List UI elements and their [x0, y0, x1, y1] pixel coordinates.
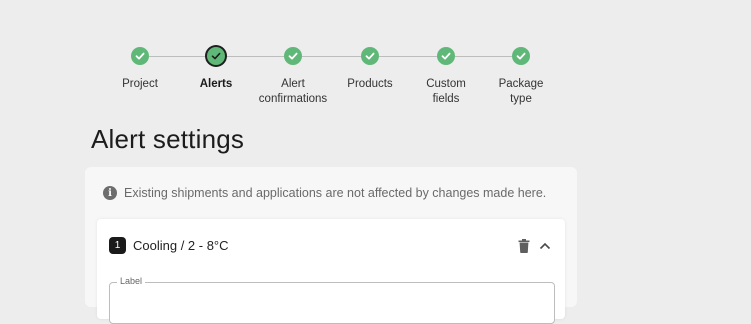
step-label: Project	[122, 78, 158, 90]
step-complete-check	[284, 47, 302, 65]
step-label: Alerts	[199, 78, 233, 90]
alert-header[interactable]: 1 Cooling / 2 - 8°C	[109, 237, 229, 254]
check-icon	[288, 52, 298, 60]
step-active-check	[207, 47, 225, 65]
chevron-up-icon	[539, 242, 551, 250]
check-icon	[211, 52, 221, 60]
step-label: Alert confirmations	[258, 78, 328, 105]
step-package-type[interactable]: Package type	[471, 47, 571, 107]
delete-alert-button[interactable]	[515, 237, 533, 255]
step-complete-check	[361, 47, 379, 65]
step-complete-check	[437, 47, 455, 65]
step-label: Package type	[498, 78, 544, 105]
check-icon	[516, 52, 526, 60]
trash-icon	[518, 239, 530, 253]
check-icon	[441, 52, 451, 60]
step-complete-check	[512, 47, 530, 65]
alert-number-badge: 1	[109, 237, 126, 254]
check-icon	[135, 52, 145, 60]
info-text: Existing shipments and applications are …	[124, 186, 547, 200]
alert-settings-card: i Existing shipments and applications ar…	[85, 167, 577, 324]
info-icon: i	[103, 186, 117, 200]
label-field-legend: Label	[117, 276, 146, 286]
step-label: Products	[347, 78, 393, 90]
check-icon	[365, 52, 375, 60]
info-banner: i Existing shipments and applications ar…	[103, 186, 546, 200]
page-title: Alert settings	[91, 124, 245, 154]
alert-panel: 1 Cooling / 2 - 8°C Label	[97, 219, 565, 324]
alert-title: Cooling / 2 - 8°C	[133, 238, 229, 253]
collapse-alert-button[interactable]	[536, 237, 554, 255]
step-complete-check	[131, 47, 149, 65]
step-label: Custom fields	[426, 78, 466, 105]
label-input[interactable]: Label	[109, 276, 555, 324]
stepper: Project Alerts Alert confirmations Produ…	[0, 0, 751, 115]
